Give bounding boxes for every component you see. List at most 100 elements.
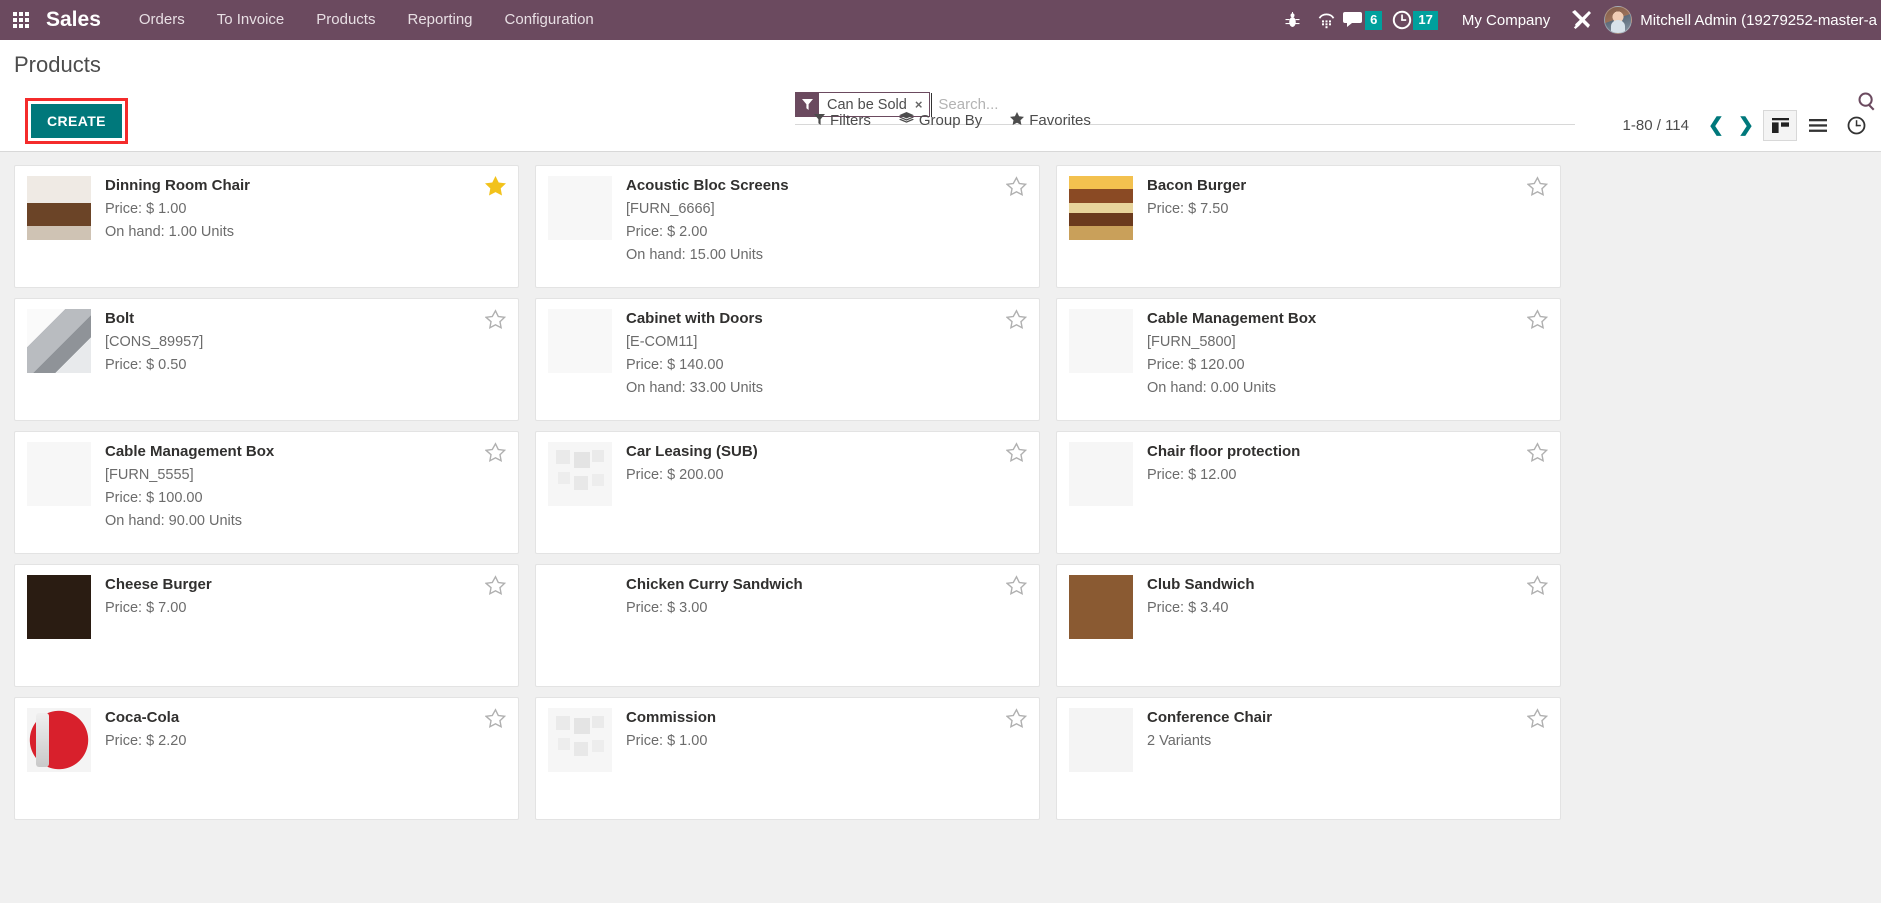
- product-price: Price: $ 0.50: [105, 357, 187, 373]
- kanban-card[interactable]: Bacon Burger Price: $ 7.50: [1056, 165, 1561, 288]
- navbar-systray: 6 17 My Company Mitchell Admin (19279252…: [1275, 0, 1881, 40]
- favorites-dropdown[interactable]: Favorites: [996, 108, 1105, 133]
- product-name[interactable]: Bacon Burger: [1147, 177, 1548, 194]
- favorites-label: Favorites: [1029, 112, 1091, 129]
- avatar[interactable]: [1604, 6, 1633, 34]
- nav-item-to-invoice[interactable]: To Invoice: [201, 0, 301, 40]
- product-name[interactable]: Cable Management Box: [1147, 310, 1548, 327]
- favorite-star-icon[interactable]: [1526, 309, 1549, 333]
- product-price: Price: $ 2.20: [105, 733, 187, 749]
- product-name[interactable]: Dinning Room Chair: [105, 177, 506, 194]
- messages-counter: 6: [1365, 10, 1383, 30]
- product-name[interactable]: Chicken Curry Sandwich: [626, 576, 1027, 593]
- dialpad-icon[interactable]: [1309, 0, 1343, 40]
- product-image: [548, 176, 612, 240]
- favorite-star-icon[interactable]: [484, 309, 507, 333]
- product-image: [1069, 708, 1133, 772]
- product-price: Price: $ 12.00: [1147, 467, 1237, 483]
- card-body: Bacon Burger Price: $ 7.50: [1147, 176, 1548, 277]
- bug-icon[interactable]: [1275, 0, 1309, 40]
- product-name[interactable]: Cable Management Box: [105, 443, 506, 460]
- favorite-star-icon[interactable]: [1005, 442, 1028, 466]
- kanban-card[interactable]: Cheese Burger Price: $ 7.00: [14, 564, 519, 687]
- nav-item-configuration[interactable]: Configuration: [489, 0, 610, 40]
- activity-view-button[interactable]: [1839, 110, 1873, 141]
- messaging-menu[interactable]: 6: [1343, 10, 1383, 30]
- product-price: Price: $ 140.00: [626, 357, 724, 373]
- kanban-card[interactable]: Chair floor protection Price: $ 12.00: [1056, 431, 1561, 554]
- favorite-star-icon[interactable]: [1005, 575, 1028, 599]
- product-image: [1069, 575, 1133, 639]
- kanban-card[interactable]: Car Leasing (SUB) Price: $ 200.00: [535, 431, 1040, 554]
- product-name[interactable]: Coca-Cola: [105, 709, 506, 726]
- nav-item-products[interactable]: Products: [300, 0, 391, 40]
- kanban-card[interactable]: Chicken Curry Sandwich Price: $ 3.00: [535, 564, 1040, 687]
- product-on-hand: On hand: 1.00 Units: [105, 224, 234, 240]
- kanban-view-button[interactable]: [1763, 110, 1797, 141]
- apps-menu-toggle[interactable]: [6, 0, 36, 40]
- favorite-star-icon[interactable]: [484, 442, 507, 466]
- card-body: Chicken Curry Sandwich Price: $ 3.00: [626, 575, 1027, 676]
- product-name[interactable]: Commission: [626, 709, 1027, 726]
- kanban-card[interactable]: Cabinet with Doors [E-COM11] Price: $ 140.…: [535, 298, 1040, 421]
- create-button[interactable]: CREATE: [31, 104, 122, 138]
- favorite-star-icon[interactable]: [1005, 708, 1028, 732]
- favorite-star-icon[interactable]: [1005, 309, 1028, 333]
- favorite-star-icon-filled[interactable]: [485, 176, 506, 200]
- kanban-card[interactable]: Dinning Room Chair Price: $ 1.00 On hand: …: [14, 165, 519, 288]
- product-price: Price: $ 1.00: [105, 201, 187, 217]
- product-image: [27, 176, 91, 240]
- user-menu[interactable]: Mitchell Admin (19279252-master-a: [1640, 12, 1881, 29]
- company-switcher[interactable]: My Company: [1448, 12, 1564, 29]
- kanban-card[interactable]: Cable Management Box [FURN_5800] Price: $ …: [1056, 298, 1561, 421]
- list-view-button[interactable]: [1801, 110, 1835, 141]
- tools-icon[interactable]: [1564, 0, 1598, 40]
- favorite-star-icon[interactable]: [1526, 708, 1549, 732]
- kanban-card[interactable]: Commission Price: $ 1.00: [535, 697, 1040, 820]
- product-name[interactable]: Car Leasing (SUB): [626, 443, 1027, 460]
- chevron-left-icon[interactable]: ❮: [1703, 114, 1729, 137]
- favorite-star-icon[interactable]: [484, 708, 507, 732]
- favorite-star-icon[interactable]: [1005, 176, 1028, 200]
- kanban-card[interactable]: Conference Chair 2 Variants: [1056, 697, 1561, 820]
- product-code: [CONS_89957]: [105, 334, 204, 350]
- star-icon: [1010, 112, 1025, 129]
- kanban-card[interactable]: Club Sandwich Price: $ 3.40: [1056, 564, 1561, 687]
- product-name[interactable]: Chair floor protection: [1147, 443, 1548, 460]
- favorite-star-icon[interactable]: [484, 575, 507, 599]
- filters-label: Filters: [830, 112, 871, 129]
- favorite-star-icon[interactable]: [1526, 176, 1549, 200]
- favorite-star-icon[interactable]: [1526, 575, 1549, 599]
- favorite-star-icon[interactable]: [1526, 442, 1549, 466]
- product-name[interactable]: Cabinet with Doors: [626, 310, 1027, 327]
- card-body: Cheese Burger Price: $ 7.00: [105, 575, 506, 676]
- kanban-card[interactable]: Acoustic Bloc Screens [FURN_6666] Price: $…: [535, 165, 1040, 288]
- nav-item-reporting[interactable]: Reporting: [391, 0, 488, 40]
- product-image-placeholder: [548, 708, 612, 772]
- product-code: [FURN_5800]: [1147, 334, 1236, 350]
- product-variants: 2 Variants: [1147, 733, 1212, 749]
- product-name[interactable]: Conference Chair: [1147, 709, 1548, 726]
- product-code: [FURN_6666]: [626, 201, 715, 217]
- kanban-card[interactable]: Cable Management Box [FURN_5555] Price: $ …: [14, 431, 519, 554]
- product-name[interactable]: Bolt: [105, 310, 506, 327]
- product-on-hand: On hand: 0.00 Units: [1147, 380, 1276, 396]
- kanban-card[interactable]: Coca-Cola Price: $ 2.20: [14, 697, 519, 820]
- product-code: [E-COM11]: [626, 334, 698, 350]
- product-on-hand: On hand: 15.00 Units: [626, 247, 764, 263]
- kanban-card[interactable]: Bolt [CONS_89957] Price: $ 0.50: [14, 298, 519, 421]
- chevron-right-icon[interactable]: ❯: [1733, 114, 1759, 137]
- activity-menu[interactable]: 17: [1392, 10, 1438, 30]
- card-body: Cable Management Box [FURN_5800] Price: $ …: [1147, 309, 1548, 410]
- product-name[interactable]: Cheese Burger: [105, 576, 506, 593]
- product-name[interactable]: Acoustic Bloc Screens: [626, 177, 1027, 194]
- app-brand-sales[interactable]: Sales: [46, 8, 101, 32]
- filters-dropdown[interactable]: Filters: [800, 108, 885, 133]
- pager-and-views: 1-80 / 114 ❮ ❯: [1623, 110, 1873, 141]
- product-on-hand: On hand: 90.00 Units: [105, 513, 243, 529]
- product-name[interactable]: Club Sandwich: [1147, 576, 1548, 593]
- group-by-dropdown[interactable]: Group By: [885, 108, 996, 133]
- product-price: Price: $ 3.00: [626, 600, 708, 616]
- group-by-label: Group By: [918, 112, 983, 129]
- nav-item-orders[interactable]: Orders: [123, 0, 201, 40]
